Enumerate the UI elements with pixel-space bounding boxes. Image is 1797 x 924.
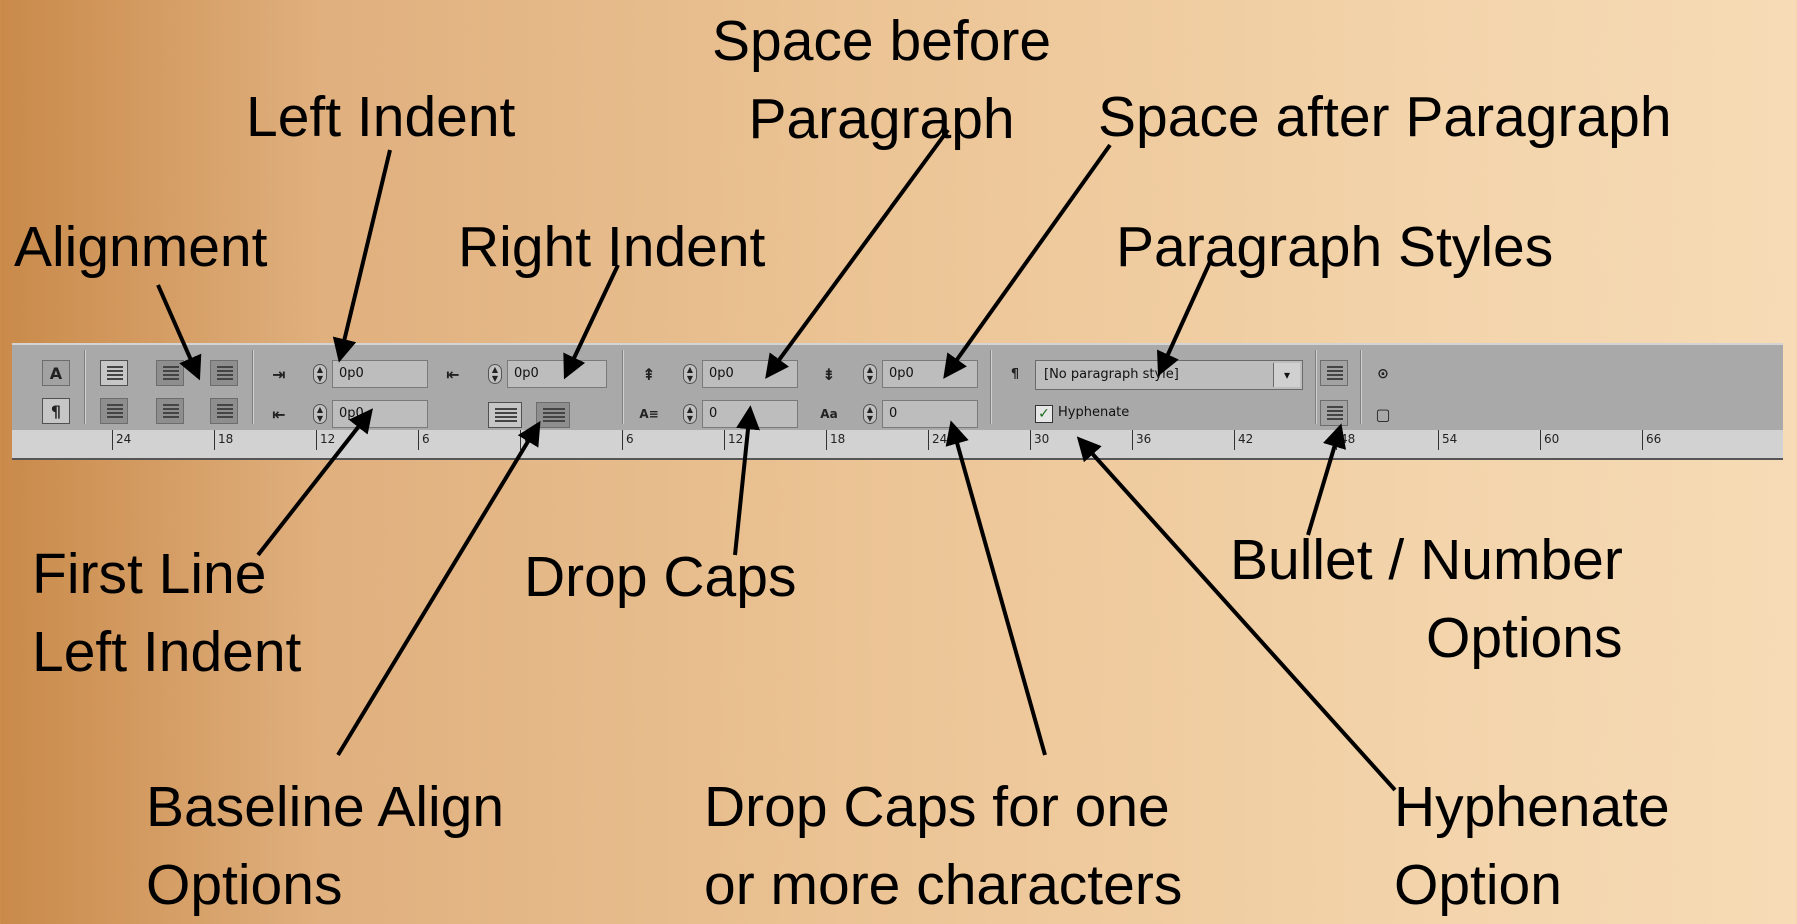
arrow-first-line-indent xyxy=(256,408,373,557)
arrow-right-indent xyxy=(563,264,620,380)
arrow-paragraph-styles xyxy=(1157,261,1212,377)
arrow-left-indent xyxy=(332,149,392,363)
arrow-bullet-number xyxy=(1306,423,1346,536)
arrow-hyphenate xyxy=(1076,436,1397,792)
annotation-arrows xyxy=(156,128,1397,792)
arrow-space-after xyxy=(943,143,1112,379)
arrow-space-before xyxy=(765,128,950,379)
arrow-alignment xyxy=(156,284,202,381)
arrow-drop-caps xyxy=(733,405,760,556)
arrow-baseline-align xyxy=(336,420,541,757)
arrow-drop-caps-chars xyxy=(945,420,1047,756)
